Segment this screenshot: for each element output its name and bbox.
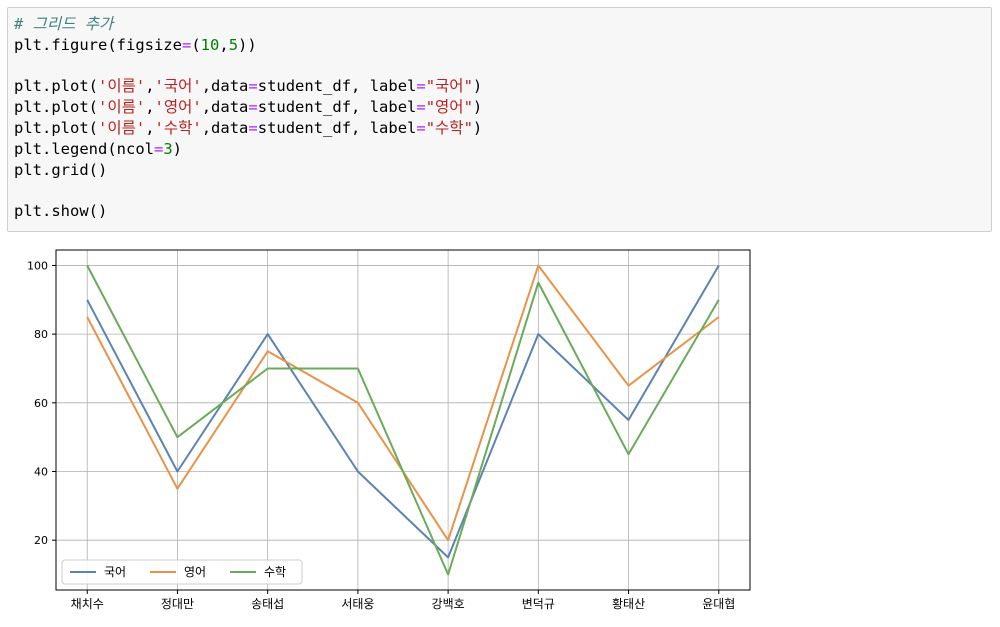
code-token: =: [248, 77, 258, 96]
code-token: 3: [163, 139, 173, 158]
code-token: plt.plot(: [14, 98, 98, 117]
code-editor[interactable]: # 그리드 추가 plt.figure(figsize=(10,5)) plt.p…: [14, 14, 985, 222]
y-tick-label: 60: [34, 397, 48, 410]
x-tick-label: 송태섭: [251, 597, 284, 611]
code-token: # 그리드 추가: [14, 15, 114, 33]
code-token: =: [248, 118, 258, 137]
code-token: ,data: [201, 98, 249, 117]
code-token: ,data: [201, 77, 249, 96]
code-token: plt.plot(: [14, 118, 98, 137]
plot-frame: [55, 249, 751, 591]
y-tick-label: 40: [34, 466, 48, 479]
code-token: =: [248, 98, 258, 117]
code-token: ,: [145, 98, 155, 117]
code-line: plt.plot('이름','수학',data=student_df, labe…: [14, 118, 985, 139]
legend-label: 수학: [264, 565, 286, 579]
code-token: =: [416, 77, 426, 96]
x-tick-label: 채치수: [71, 597, 104, 611]
code-token: plt.legend(ncol: [14, 139, 154, 158]
code-token: '이름': [98, 98, 146, 117]
code-token: plt.figure(figsize: [14, 35, 182, 54]
code-line: plt.grid(): [14, 160, 985, 181]
code-token: student_df, label: [257, 77, 417, 96]
y-tick-label: 20: [34, 534, 48, 547]
code-token: ): [472, 98, 483, 117]
code-token: ,: [219, 35, 229, 54]
code-token: ): [472, 77, 483, 96]
code-token: "수학": [425, 118, 473, 137]
code-token: )): [238, 35, 257, 54]
code-line: plt.plot('이름','국어',data=student_df, labe…: [14, 76, 985, 97]
code-token: "영어": [425, 98, 473, 117]
output-area: 20 40 60 80 100 채치수 정대만 송태섭 서태웅 강백호 변덕규 황태산 윤대협 국어 영어 수…: [7, 238, 767, 623]
code-line: # 그리드 추가: [14, 14, 985, 35]
x-tick-label: 강백호: [432, 597, 465, 611]
code-token: =: [153, 139, 164, 158]
code-line: plt.figure(figsize=(10,5)): [14, 35, 985, 56]
code-token: 5: [228, 35, 239, 54]
code-token: ,data: [201, 118, 249, 137]
code-token: =: [181, 35, 192, 54]
code-token: '수학': [154, 118, 202, 137]
code-token: '이름': [98, 118, 146, 137]
code-line: plt.legend(ncol=3): [14, 139, 985, 160]
code-token: =: [416, 98, 426, 117]
code-token: 10: [200, 35, 220, 54]
code-line: plt.show(): [14, 201, 985, 222]
code-token: '영어': [154, 98, 202, 117]
legend-label: 국어: [104, 565, 126, 579]
code-token: ,: [145, 118, 155, 137]
x-tick-label: 황태산: [612, 597, 645, 611]
code-line: plt.plot('이름','영어',data=student_df, labe…: [14, 97, 985, 118]
code-token: ): [472, 118, 483, 137]
line-chart: 20 40 60 80 100 채치수 정대만 송태섭 서태웅 강백호 변덕규 황태산 윤대협 국어 영어 수…: [27, 249, 751, 611]
code-cell[interactable]: # 그리드 추가 plt.figure(figsize=(10,5)) plt.p…: [7, 7, 992, 232]
code-token: (: [191, 35, 201, 54]
code-token: ,: [145, 77, 155, 96]
series-line-2: [86, 265, 720, 576]
x-tick-label: 정대만: [161, 597, 194, 611]
legend-label: 영어: [184, 565, 206, 579]
x-tick-label: 서태웅: [341, 597, 374, 611]
code-token: plt.grid(): [14, 160, 108, 179]
code-token: plt.plot(: [14, 77, 98, 96]
x-tick-label: 변덕규: [522, 597, 555, 611]
code-token: =: [416, 118, 426, 137]
y-tick-label: 80: [34, 328, 48, 341]
code-token: ): [172, 139, 183, 158]
code-token: '국어': [154, 77, 202, 96]
x-tick-label: 윤대협: [702, 597, 735, 611]
y-tick-label: 100: [27, 259, 48, 272]
code-token: student_df, label: [257, 98, 417, 117]
code-token: "국어": [425, 77, 473, 96]
code-token: '이름': [98, 77, 146, 96]
code-token: plt.show(): [14, 202, 108, 221]
series-line-0: [86, 264, 720, 559]
code-token: student_df, label: [257, 118, 417, 137]
